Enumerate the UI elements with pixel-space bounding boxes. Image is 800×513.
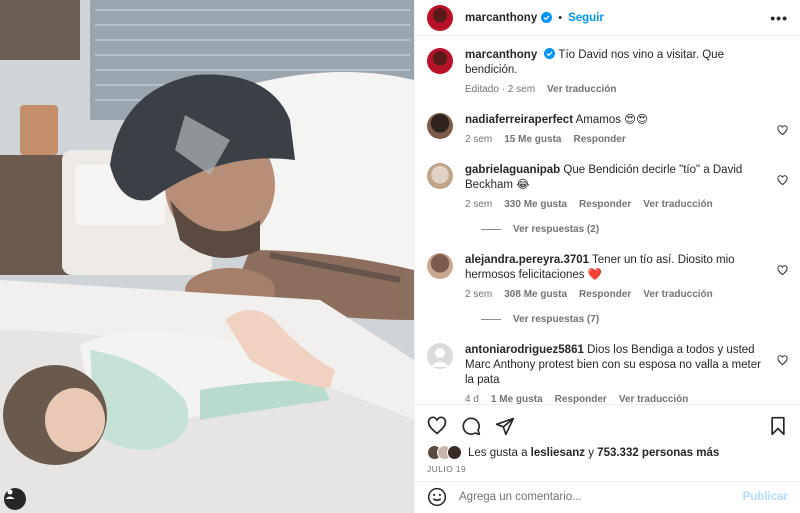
caption-row: marcanthony Tío David nos vino a visitar…: [427, 48, 788, 95]
comment-likes[interactable]: 330 Me gusta: [504, 199, 567, 210]
likes-count[interactable]: 753.332 personas más: [597, 447, 719, 459]
comments-list[interactable]: marcanthony Tío David nos vino a visitar…: [415, 36, 800, 404]
commenter-avatar[interactable]: [427, 343, 453, 370]
view-replies-label[interactable]: Ver respuestas (2): [513, 224, 599, 235]
post-actions: Les gusta a lesliesanz y 753.332 persona…: [415, 404, 800, 480]
view-replies-button[interactable]: Ver respuestas (2): [481, 224, 788, 235]
comment-username[interactable]: antoniarodriguez5861: [465, 344, 584, 356]
tagged-users-icon[interactable]: [4, 488, 26, 510]
comment-likes[interactable]: 15 Me gusta: [504, 134, 561, 145]
comment-row: nadiaferreiraperfect Amamos 😍😍 2 sem 15 …: [427, 113, 788, 145]
likes-middle: y: [588, 446, 594, 459]
post-photo[interactable]: [0, 0, 414, 513]
person-icon: [5, 489, 15, 499]
comment-bubble-icon[interactable]: [461, 416, 481, 436]
verified-badge-icon: [544, 48, 556, 60]
likes-prefix: Les gusta a: [468, 446, 528, 459]
more-options-icon[interactable]: •••: [770, 10, 788, 26]
likes-summary[interactable]: Les gusta a lesliesanz y 753.332 persona…: [427, 445, 788, 461]
author-username[interactable]: marcanthony: [465, 12, 537, 24]
replies-line: [481, 319, 501, 321]
comment-likes[interactable]: 308 Me gusta: [504, 289, 567, 300]
comment-like-heart-icon[interactable]: [777, 125, 788, 136]
default-avatar-icon: [431, 348, 449, 368]
caption-time: Editado · 2 sem: [465, 84, 536, 96]
comment-input[interactable]: [459, 491, 743, 504]
post-date[interactable]: JULIO 19: [427, 464, 788, 474]
caption-translate-link[interactable]: Ver traducción: [547, 84, 616, 95]
comment-time[interactable]: 4 d: [465, 394, 479, 404]
author-avatar[interactable]: [427, 48, 453, 75]
comment-row: antoniarodriguez5861 Dios los Bendiga a …: [427, 343, 788, 404]
reply-button[interactable]: Responder: [555, 394, 607, 404]
separator-dot: •: [558, 11, 563, 24]
comment-row: gabrielaguanipab Que Bendición decirle "…: [427, 163, 788, 210]
reply-button[interactable]: Responder: [579, 289, 631, 300]
liker-avatar: [447, 445, 462, 461]
like-heart-icon[interactable]: [427, 416, 447, 436]
verified-badge-icon: [541, 12, 553, 24]
publish-button[interactable]: Publicar: [743, 491, 788, 503]
comment-like-heart-icon[interactable]: [777, 175, 788, 186]
follow-button[interactable]: Seguir: [568, 12, 604, 24]
reply-button[interactable]: Responder: [579, 199, 631, 210]
replies-line: [481, 229, 501, 231]
comment-row: alejandra.pereyra.3701 Tener un tío así.…: [427, 253, 788, 300]
comment-like-heart-icon[interactable]: [777, 265, 788, 276]
comment-username[interactable]: alejandra.pereyra.3701: [465, 254, 589, 266]
post-header: marcanthony • Seguir •••: [415, 0, 800, 37]
add-comment-bar: Publicar: [415, 480, 800, 513]
comment-text: Amamos 😍😍: [575, 114, 649, 127]
comment-time[interactable]: 2 sem: [465, 134, 492, 145]
view-replies-button[interactable]: Ver respuestas (7): [481, 314, 788, 325]
share-send-icon[interactable]: [495, 416, 515, 436]
reply-button[interactable]: Responder: [573, 134, 625, 145]
commenter-avatar[interactable]: [427, 253, 453, 280]
commenter-avatar[interactable]: [427, 163, 453, 190]
emoji-icon[interactable]: [427, 487, 447, 507]
caption-username[interactable]: marcanthony: [465, 49, 537, 61]
author-avatar[interactable]: [427, 4, 453, 31]
post-side-panel: marcanthony • Seguir ••• marcanthony Tío: [414, 0, 800, 513]
commenter-avatar[interactable]: [427, 113, 453, 140]
view-replies-label[interactable]: Ver respuestas (7): [513, 314, 599, 325]
translate-link[interactable]: Ver traducción: [619, 394, 688, 404]
translate-link[interactable]: Ver traducción: [643, 199, 712, 210]
liker-username[interactable]: lesliesanz: [531, 447, 585, 459]
comment-time[interactable]: 2 sem: [465, 289, 492, 300]
translate-link[interactable]: Ver traducción: [643, 289, 712, 300]
comment-likes[interactable]: 1 Me gusta: [491, 394, 543, 404]
post-modal: marcanthony • Seguir ••• marcanthony Tío: [0, 0, 800, 513]
comment-like-heart-icon[interactable]: [777, 355, 788, 366]
comment-username[interactable]: gabrielaguanipab: [465, 164, 560, 176]
comment-username[interactable]: nadiaferreiraperfect: [465, 114, 573, 126]
comment-time[interactable]: 2 sem: [465, 199, 492, 210]
liker-avatars: [427, 445, 462, 461]
save-bookmark-icon[interactable]: [768, 416, 788, 436]
photo-illustration: [0, 0, 414, 513]
